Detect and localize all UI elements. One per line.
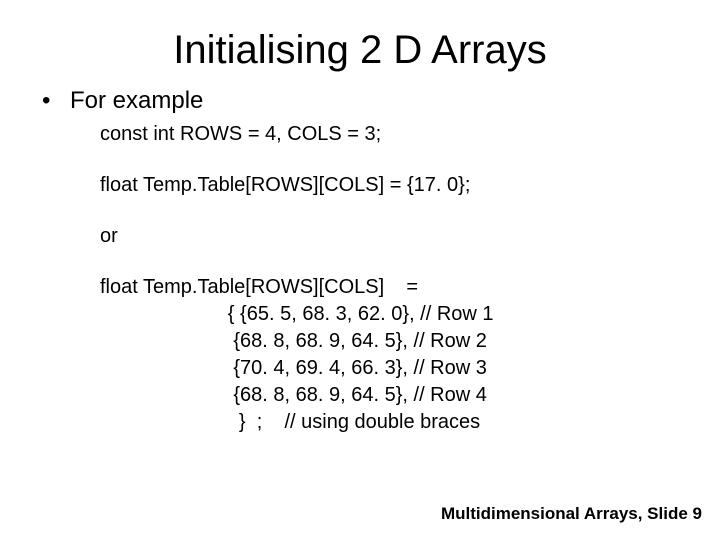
code-line-9: } ; // using double braces [100, 409, 680, 436]
slide-title: Initialising 2 D Arrays [0, 0, 720, 73]
code-line-3: or [100, 223, 680, 250]
code-line-7: {70. 4, 69. 4, 66. 3}, // Row 3 [100, 355, 680, 382]
slide: Initialising 2 D Arrays • For example co… [0, 0, 720, 540]
slide-body: • For example const int ROWS = 4, COLS =… [0, 73, 720, 436]
code-line-6: {68. 8, 68. 9, 64. 5}, // Row 2 [100, 328, 680, 355]
bullet-dot: • [40, 87, 70, 115]
code-line-8: {68. 8, 68. 9, 64. 5}, // Row 4 [100, 382, 680, 409]
slide-footer: Multidimensional Arrays, Slide 9 [441, 504, 702, 524]
bullet-item: • For example [40, 87, 680, 115]
code-line-2: float Temp.Table[ROWS][COLS] = {17. 0}; [100, 172, 680, 199]
code-line-4: float Temp.Table[ROWS][COLS] = [100, 274, 680, 301]
bullet-text: For example [70, 87, 680, 115]
code-line-1: const int ROWS = 4, COLS = 3; [100, 121, 680, 148]
code-line-5: { {65. 5, 68. 3, 62. 0}, // Row 1 [100, 301, 680, 328]
